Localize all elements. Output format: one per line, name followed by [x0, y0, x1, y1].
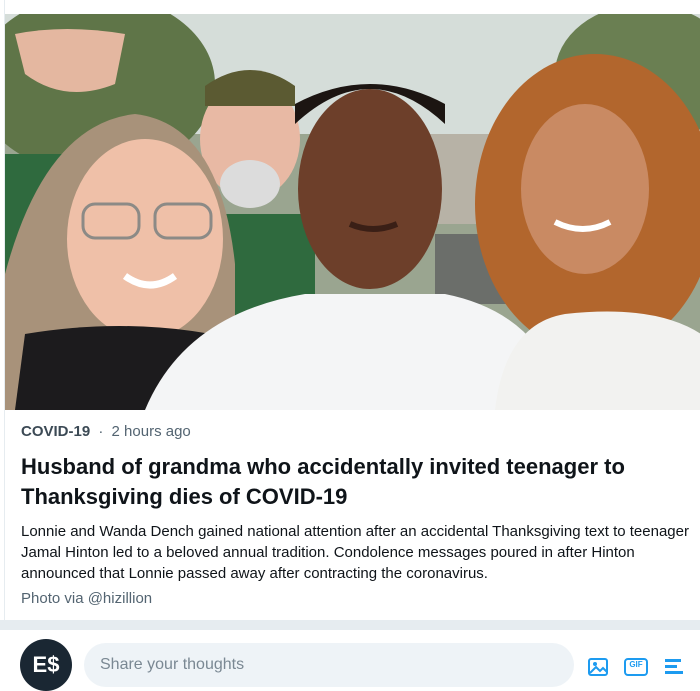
image-icon[interactable] — [586, 655, 610, 679]
reply-composer: E$ GIF — [0, 630, 700, 691]
article-headline[interactable]: Husband of grandma who accidentally invi… — [21, 452, 693, 512]
gif-icon[interactable]: GIF — [624, 655, 648, 679]
article-meta: COVID-19 · 2 hours ago — [21, 423, 191, 440]
share-thoughts-input[interactable] — [84, 643, 574, 687]
gif-label: GIF — [629, 660, 643, 669]
photo-credit: Photo via @hizillion — [21, 590, 153, 607]
article-summary: Lonnie and Wanda Dench gained national a… — [21, 523, 689, 582]
avatar[interactable]: E$ — [20, 639, 72, 691]
poll-icon[interactable] — [662, 655, 686, 679]
avatar-text: E$ — [32, 652, 60, 677]
selfie-illustration — [5, 14, 700, 410]
meta-separator: · — [98, 423, 104, 440]
news-card[interactable]: COVID-19 · 2 hours ago Husband of grandm… — [4, 0, 700, 620]
timestamp: 2 hours ago — [111, 423, 191, 440]
article-photo[interactable] — [5, 14, 700, 410]
section-divider — [0, 620, 700, 630]
category-label[interactable]: COVID-19 — [21, 423, 90, 440]
